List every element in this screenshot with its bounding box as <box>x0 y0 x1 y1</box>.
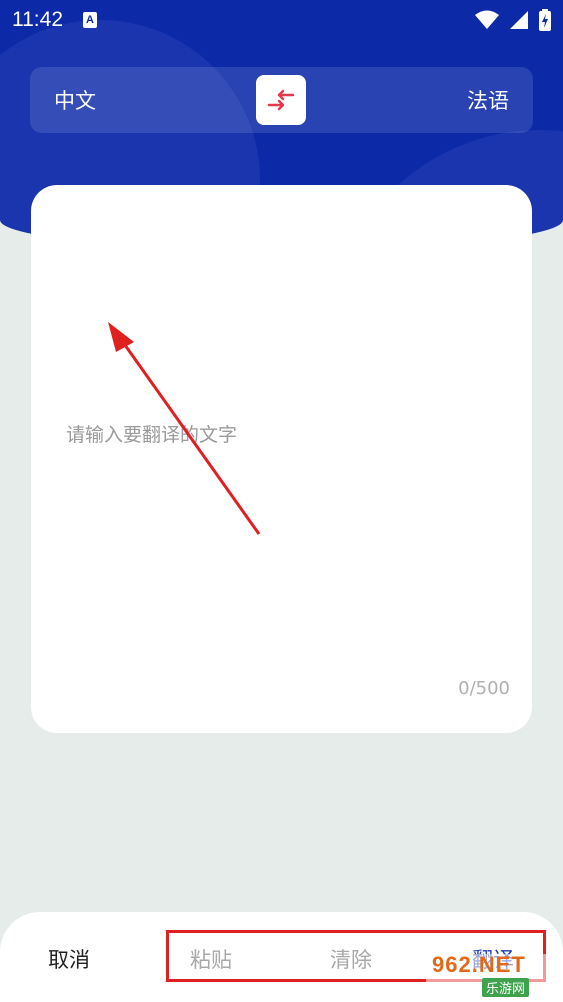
paste-button[interactable]: 粘贴 <box>190 944 232 974</box>
clear-button[interactable]: 清除 <box>330 944 372 974</box>
status-time: 11:42 <box>12 8 63 31</box>
target-language[interactable]: 法语 <box>467 85 509 115</box>
battery-icon <box>539 9 551 31</box>
translate-button[interactable]: 翻译 <box>472 944 514 974</box>
language-selector-bar: 中文 法语 <box>30 67 533 133</box>
translation-input-area[interactable]: 请输入要翻译的文字 0/500 <box>31 185 532 733</box>
wifi-icon <box>475 10 499 29</box>
input-placeholder: 请输入要翻译的文字 <box>66 424 238 446</box>
notification-icon: A <box>83 12 97 28</box>
action-bar: 取消 粘贴 清除 翻译 <box>0 912 563 1002</box>
swap-arrows-icon <box>267 89 295 111</box>
cancel-button[interactable]: 取消 <box>48 944 90 974</box>
signal-icon <box>510 11 528 29</box>
character-counter: 0/500 <box>458 678 510 699</box>
status-bar: 11:42 A <box>0 0 563 40</box>
swap-language-button[interactable] <box>256 75 306 125</box>
source-language[interactable]: 中文 <box>54 85 96 115</box>
status-icons <box>475 9 551 31</box>
